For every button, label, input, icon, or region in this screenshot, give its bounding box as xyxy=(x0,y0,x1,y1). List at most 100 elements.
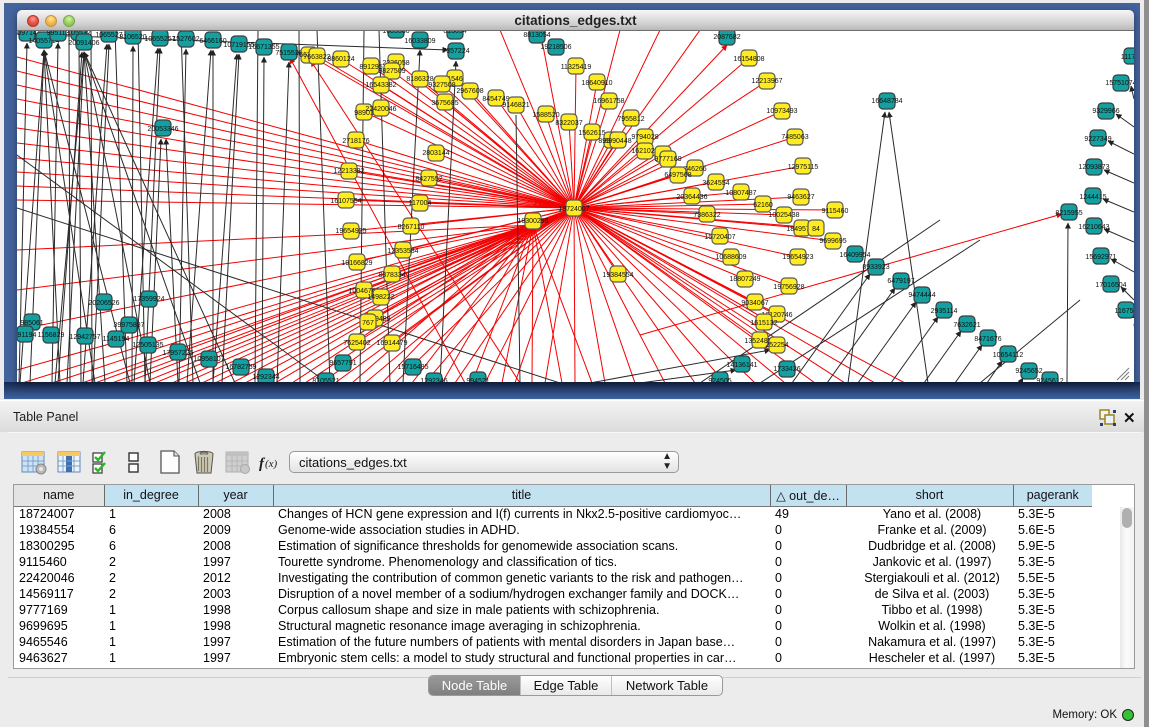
svg-text:12093873: 12093873 xyxy=(1078,164,1109,171)
svg-text:3624554: 3624554 xyxy=(702,180,729,187)
svg-text:12213382: 12213382 xyxy=(333,168,364,175)
svg-text:16210643: 16210643 xyxy=(1078,224,1109,231)
svg-text:9115460: 9115460 xyxy=(822,208,849,215)
svg-text:15692971: 15692971 xyxy=(1085,254,1116,261)
svg-text:16914479: 16914479 xyxy=(376,340,407,347)
svg-text:10654112: 10654112 xyxy=(993,352,1024,359)
svg-text:1498222: 1498222 xyxy=(367,294,394,301)
svg-text:9329966: 9329966 xyxy=(1092,108,1119,115)
svg-text:1527602: 1527602 xyxy=(172,36,199,43)
svg-text:17016504: 17016504 xyxy=(1095,282,1126,289)
svg-text:16961758: 16961758 xyxy=(593,98,624,105)
svg-text:16409954: 16409954 xyxy=(839,252,870,259)
svg-text:8106520: 8106520 xyxy=(119,34,146,41)
svg-text:116753: 116753 xyxy=(1115,308,1134,315)
svg-text:1145194: 1145194 xyxy=(103,336,130,343)
svg-text:19756928: 19756928 xyxy=(773,284,804,291)
svg-text:9474444: 9474444 xyxy=(908,292,935,299)
svg-text:12353584: 12353584 xyxy=(387,248,418,255)
svg-text:995113: 995113 xyxy=(47,31,70,37)
svg-text:9463627: 9463627 xyxy=(787,194,814,201)
svg-text:16648784: 16648784 xyxy=(871,98,902,105)
svg-text:18724007: 18724007 xyxy=(558,206,589,213)
svg-text:117004: 117004 xyxy=(409,200,432,207)
svg-text:2967608: 2967608 xyxy=(456,88,483,95)
svg-text:9245652: 9245652 xyxy=(1015,368,1042,375)
svg-text:15720407: 15720407 xyxy=(704,234,735,241)
svg-text:9034067: 9034067 xyxy=(741,300,768,307)
svg-text:8105521: 8105521 xyxy=(312,378,339,382)
svg-text:10973493: 10973493 xyxy=(766,108,797,115)
svg-text:16782759: 16782759 xyxy=(225,364,256,371)
svg-text:16107554: 16107554 xyxy=(330,198,361,205)
svg-text:9146821: 9146821 xyxy=(502,102,529,109)
svg-text:813054: 813054 xyxy=(443,31,466,35)
svg-text:10807487: 10807487 xyxy=(725,190,756,197)
svg-text:9657791: 9657791 xyxy=(329,360,356,367)
svg-text:8471676: 8471676 xyxy=(974,336,1001,343)
svg-text:18807249: 18807249 xyxy=(729,276,760,283)
svg-text:7632621: 7632621 xyxy=(953,322,980,329)
svg-text:10025438: 10025438 xyxy=(768,212,799,219)
svg-text:1603380: 1603380 xyxy=(382,31,409,35)
svg-text:18640910: 18640910 xyxy=(581,80,612,87)
svg-text:1615132: 1615132 xyxy=(750,320,777,327)
svg-text:1244415: 1244415 xyxy=(1079,194,1106,201)
svg-text:16543382: 16543382 xyxy=(365,82,396,89)
svg-text:7955812: 7955812 xyxy=(617,116,644,123)
svg-text:16154808: 16154808 xyxy=(733,56,764,63)
svg-text:1292344: 1292344 xyxy=(252,374,279,381)
svg-text:2087682: 2087682 xyxy=(713,34,740,41)
svg-text:20364436: 20364436 xyxy=(676,194,707,201)
svg-text:2803144: 2803144 xyxy=(422,150,449,157)
svg-text:15716485: 15716485 xyxy=(397,364,428,371)
svg-text:20206526: 20206526 xyxy=(88,300,119,307)
svg-text:19166829: 19166829 xyxy=(341,260,372,267)
svg-text:12975115: 12975115 xyxy=(788,164,819,171)
svg-text:8990448: 8990448 xyxy=(604,138,631,145)
svg-text:8860124: 8860124 xyxy=(327,56,354,63)
svg-text:7386322: 7386322 xyxy=(693,212,720,219)
svg-text:19654925: 19654925 xyxy=(335,228,366,235)
svg-text:111753: 111753 xyxy=(1121,54,1134,61)
svg-text:(x): (x) xyxy=(265,458,278,470)
svg-text:7357224: 7357224 xyxy=(442,48,469,55)
svg-text:8933923: 8933923 xyxy=(862,264,889,271)
svg-text:20053346: 20053346 xyxy=(147,126,178,133)
svg-text:6479197: 6479197 xyxy=(887,278,914,285)
svg-text:9777169: 9777169 xyxy=(654,156,681,163)
svg-text:2935114: 2935114 xyxy=(931,308,958,315)
svg-text:39975887: 39975887 xyxy=(113,322,144,329)
svg-text:2718176: 2718176 xyxy=(342,138,369,145)
svg-text:11325419: 11325419 xyxy=(561,64,592,71)
svg-text:252254: 252254 xyxy=(765,342,788,349)
svg-text:10655257: 10655257 xyxy=(144,36,175,43)
svg-text:7485063: 7485063 xyxy=(781,134,808,141)
svg-text:9794028: 9794028 xyxy=(631,134,658,141)
svg-text:10688609: 10688609 xyxy=(715,254,746,261)
svg-text:9245612: 9245612 xyxy=(1036,378,1063,382)
svg-text:12505135: 12505135 xyxy=(132,342,163,349)
svg-text:17359924: 17359924 xyxy=(133,296,164,303)
svg-text:8267110: 8267110 xyxy=(398,224,425,231)
svg-text:22420046: 22420046 xyxy=(365,106,396,113)
svg-text:19654923: 19654923 xyxy=(782,254,813,261)
svg-text:10958107: 10958107 xyxy=(193,356,224,363)
svg-text:1292346: 1292346 xyxy=(420,378,447,382)
svg-text:6497568: 6497568 xyxy=(664,172,691,179)
svg-text:1588520: 1588520 xyxy=(532,112,559,119)
svg-text:12213967: 12213967 xyxy=(751,78,782,85)
svg-text:12942757: 12942757 xyxy=(69,334,100,341)
svg-text:1562615: 1562615 xyxy=(578,130,605,137)
svg-text:17957225: 17957225 xyxy=(162,350,193,357)
svg-text:8813054: 8813054 xyxy=(523,32,550,39)
svg-text:8322037: 8322037 xyxy=(555,120,582,127)
svg-text:15751074: 15751074 xyxy=(1105,80,1134,87)
svg-text:391194: 391194 xyxy=(17,332,37,339)
svg-text:62160: 62160 xyxy=(753,202,773,209)
svg-text:8878334: 8878334 xyxy=(378,272,405,279)
svg-text:84: 84 xyxy=(812,226,820,233)
svg-text:9227349: 9227349 xyxy=(1084,136,1111,143)
svg-text:9827509: 9827509 xyxy=(378,68,405,75)
svg-text:19218506: 19218506 xyxy=(540,44,571,51)
